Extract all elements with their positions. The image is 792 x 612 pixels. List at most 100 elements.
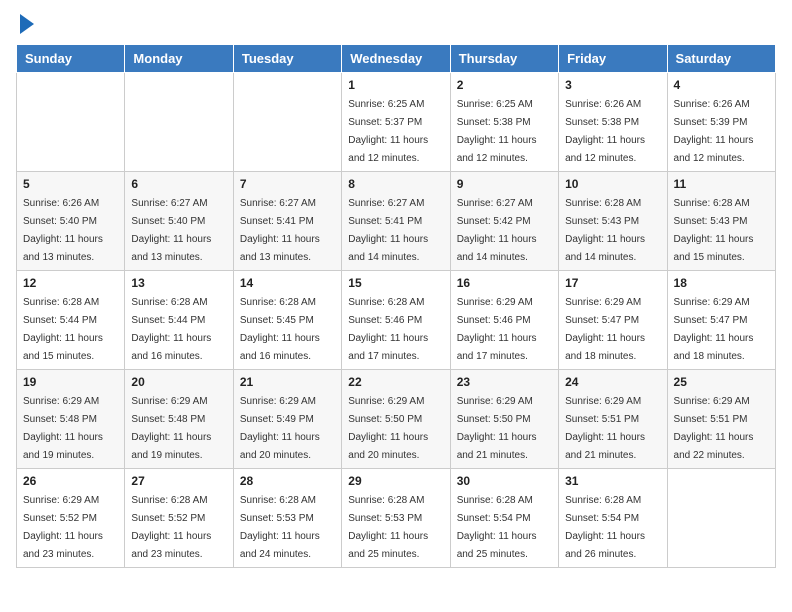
day-number: 6 — [131, 177, 226, 191]
day-info: Sunrise: 6:29 AMSunset: 5:50 PMDaylight:… — [348, 396, 428, 461]
calendar-cell: 14 Sunrise: 6:28 AMSunset: 5:45 PMDaylig… — [233, 271, 341, 370]
day-info: Sunrise: 6:29 AMSunset: 5:49 PMDaylight:… — [240, 396, 320, 461]
week-row-5: 26 Sunrise: 6:29 AMSunset: 5:52 PMDaylig… — [17, 469, 776, 568]
calendar-cell: 24 Sunrise: 6:29 AMSunset: 5:51 PMDaylig… — [559, 370, 667, 469]
day-info: Sunrise: 6:28 AMSunset: 5:43 PMDaylight:… — [565, 198, 645, 263]
day-info: Sunrise: 6:25 AMSunset: 5:38 PMDaylight:… — [457, 99, 537, 164]
day-info: Sunrise: 6:28 AMSunset: 5:45 PMDaylight:… — [240, 297, 320, 362]
calendar-cell: 22 Sunrise: 6:29 AMSunset: 5:50 PMDaylig… — [342, 370, 450, 469]
calendar-cell: 16 Sunrise: 6:29 AMSunset: 5:46 PMDaylig… — [450, 271, 558, 370]
day-number: 2 — [457, 78, 552, 92]
day-number: 21 — [240, 375, 335, 389]
day-info: Sunrise: 6:28 AMSunset: 5:53 PMDaylight:… — [348, 495, 428, 560]
day-number: 16 — [457, 276, 552, 290]
day-info: Sunrise: 6:28 AMSunset: 5:54 PMDaylight:… — [565, 495, 645, 560]
calendar-table: SundayMondayTuesdayWednesdayThursdayFrid… — [16, 44, 776, 568]
calendar-cell: 23 Sunrise: 6:29 AMSunset: 5:50 PMDaylig… — [450, 370, 558, 469]
day-number: 10 — [565, 177, 660, 191]
calendar-cell: 2 Sunrise: 6:25 AMSunset: 5:38 PMDayligh… — [450, 73, 558, 172]
calendar-cell: 18 Sunrise: 6:29 AMSunset: 5:47 PMDaylig… — [667, 271, 775, 370]
week-row-2: 5 Sunrise: 6:26 AMSunset: 5:40 PMDayligh… — [17, 172, 776, 271]
day-info: Sunrise: 6:28 AMSunset: 5:44 PMDaylight:… — [131, 297, 211, 362]
calendar-cell: 8 Sunrise: 6:27 AMSunset: 5:41 PMDayligh… — [342, 172, 450, 271]
calendar-cell: 15 Sunrise: 6:28 AMSunset: 5:46 PMDaylig… — [342, 271, 450, 370]
calendar-cell: 29 Sunrise: 6:28 AMSunset: 5:53 PMDaylig… — [342, 469, 450, 568]
day-info: Sunrise: 6:29 AMSunset: 5:48 PMDaylight:… — [23, 396, 103, 461]
day-number: 8 — [348, 177, 443, 191]
day-info: Sunrise: 6:28 AMSunset: 5:52 PMDaylight:… — [131, 495, 211, 560]
day-number: 15 — [348, 276, 443, 290]
day-number: 26 — [23, 474, 118, 488]
weekday-header-sunday: Sunday — [17, 45, 125, 73]
calendar-cell: 30 Sunrise: 6:28 AMSunset: 5:54 PMDaylig… — [450, 469, 558, 568]
day-number: 7 — [240, 177, 335, 191]
calendar-cell: 17 Sunrise: 6:29 AMSunset: 5:47 PMDaylig… — [559, 271, 667, 370]
calendar-cell: 13 Sunrise: 6:28 AMSunset: 5:44 PMDaylig… — [125, 271, 233, 370]
day-number: 28 — [240, 474, 335, 488]
day-info: Sunrise: 6:27 AMSunset: 5:42 PMDaylight:… — [457, 198, 537, 263]
day-info: Sunrise: 6:29 AMSunset: 5:47 PMDaylight:… — [674, 297, 754, 362]
calendar-cell: 10 Sunrise: 6:28 AMSunset: 5:43 PMDaylig… — [559, 172, 667, 271]
weekday-header-thursday: Thursday — [450, 45, 558, 73]
calendar-cell: 20 Sunrise: 6:29 AMSunset: 5:48 PMDaylig… — [125, 370, 233, 469]
day-number: 11 — [674, 177, 769, 191]
day-number: 5 — [23, 177, 118, 191]
day-number: 9 — [457, 177, 552, 191]
day-number: 12 — [23, 276, 118, 290]
day-info: Sunrise: 6:27 AMSunset: 5:41 PMDaylight:… — [348, 198, 428, 263]
day-info: Sunrise: 6:28 AMSunset: 5:54 PMDaylight:… — [457, 495, 537, 560]
calendar-cell: 3 Sunrise: 6:26 AMSunset: 5:38 PMDayligh… — [559, 73, 667, 172]
day-number: 23 — [457, 375, 552, 389]
day-number: 4 — [674, 78, 769, 92]
day-number: 24 — [565, 375, 660, 389]
calendar-cell — [667, 469, 775, 568]
day-info: Sunrise: 6:29 AMSunset: 5:51 PMDaylight:… — [674, 396, 754, 461]
day-number: 29 — [348, 474, 443, 488]
calendar-cell: 7 Sunrise: 6:27 AMSunset: 5:41 PMDayligh… — [233, 172, 341, 271]
page-container: SundayMondayTuesdayWednesdayThursdayFrid… — [0, 0, 792, 578]
day-number: 25 — [674, 375, 769, 389]
day-number: 19 — [23, 375, 118, 389]
day-info: Sunrise: 6:29 AMSunset: 5:50 PMDaylight:… — [457, 396, 537, 461]
week-row-1: 1 Sunrise: 6:25 AMSunset: 5:37 PMDayligh… — [17, 73, 776, 172]
calendar-cell: 11 Sunrise: 6:28 AMSunset: 5:43 PMDaylig… — [667, 172, 775, 271]
calendar-cell: 31 Sunrise: 6:28 AMSunset: 5:54 PMDaylig… — [559, 469, 667, 568]
day-number: 30 — [457, 474, 552, 488]
day-info: Sunrise: 6:29 AMSunset: 5:46 PMDaylight:… — [457, 297, 537, 362]
calendar-cell: 1 Sunrise: 6:25 AMSunset: 5:37 PMDayligh… — [342, 73, 450, 172]
calendar-cell — [233, 73, 341, 172]
day-info: Sunrise: 6:29 AMSunset: 5:47 PMDaylight:… — [565, 297, 645, 362]
calendar-cell — [125, 73, 233, 172]
day-info: Sunrise: 6:27 AMSunset: 5:40 PMDaylight:… — [131, 198, 211, 263]
day-info: Sunrise: 6:27 AMSunset: 5:41 PMDaylight:… — [240, 198, 320, 263]
day-info: Sunrise: 6:26 AMSunset: 5:38 PMDaylight:… — [565, 99, 645, 164]
day-number: 31 — [565, 474, 660, 488]
calendar-cell: 26 Sunrise: 6:29 AMSunset: 5:52 PMDaylig… — [17, 469, 125, 568]
day-number: 17 — [565, 276, 660, 290]
calendar-cell: 28 Sunrise: 6:28 AMSunset: 5:53 PMDaylig… — [233, 469, 341, 568]
weekday-header-wednesday: Wednesday — [342, 45, 450, 73]
week-row-3: 12 Sunrise: 6:28 AMSunset: 5:44 PMDaylig… — [17, 271, 776, 370]
day-number: 22 — [348, 375, 443, 389]
header — [16, 16, 776, 34]
calendar-cell: 27 Sunrise: 6:28 AMSunset: 5:52 PMDaylig… — [125, 469, 233, 568]
day-info: Sunrise: 6:29 AMSunset: 5:52 PMDaylight:… — [23, 495, 103, 560]
week-row-4: 19 Sunrise: 6:29 AMSunset: 5:48 PMDaylig… — [17, 370, 776, 469]
day-info: Sunrise: 6:29 AMSunset: 5:51 PMDaylight:… — [565, 396, 645, 461]
day-info: Sunrise: 6:28 AMSunset: 5:46 PMDaylight:… — [348, 297, 428, 362]
weekday-header-saturday: Saturday — [667, 45, 775, 73]
day-number: 20 — [131, 375, 226, 389]
day-info: Sunrise: 6:28 AMSunset: 5:53 PMDaylight:… — [240, 495, 320, 560]
weekday-header-friday: Friday — [559, 45, 667, 73]
calendar-cell: 9 Sunrise: 6:27 AMSunset: 5:42 PMDayligh… — [450, 172, 558, 271]
weekday-header-row: SundayMondayTuesdayWednesdayThursdayFrid… — [17, 45, 776, 73]
calendar-cell: 25 Sunrise: 6:29 AMSunset: 5:51 PMDaylig… — [667, 370, 775, 469]
weekday-header-tuesday: Tuesday — [233, 45, 341, 73]
logo-arrow-icon — [20, 14, 34, 34]
calendar-cell: 6 Sunrise: 6:27 AMSunset: 5:40 PMDayligh… — [125, 172, 233, 271]
day-info: Sunrise: 6:28 AMSunset: 5:44 PMDaylight:… — [23, 297, 103, 362]
calendar-cell: 5 Sunrise: 6:26 AMSunset: 5:40 PMDayligh… — [17, 172, 125, 271]
calendar-cell — [17, 73, 125, 172]
weekday-header-monday: Monday — [125, 45, 233, 73]
calendar-cell: 21 Sunrise: 6:29 AMSunset: 5:49 PMDaylig… — [233, 370, 341, 469]
